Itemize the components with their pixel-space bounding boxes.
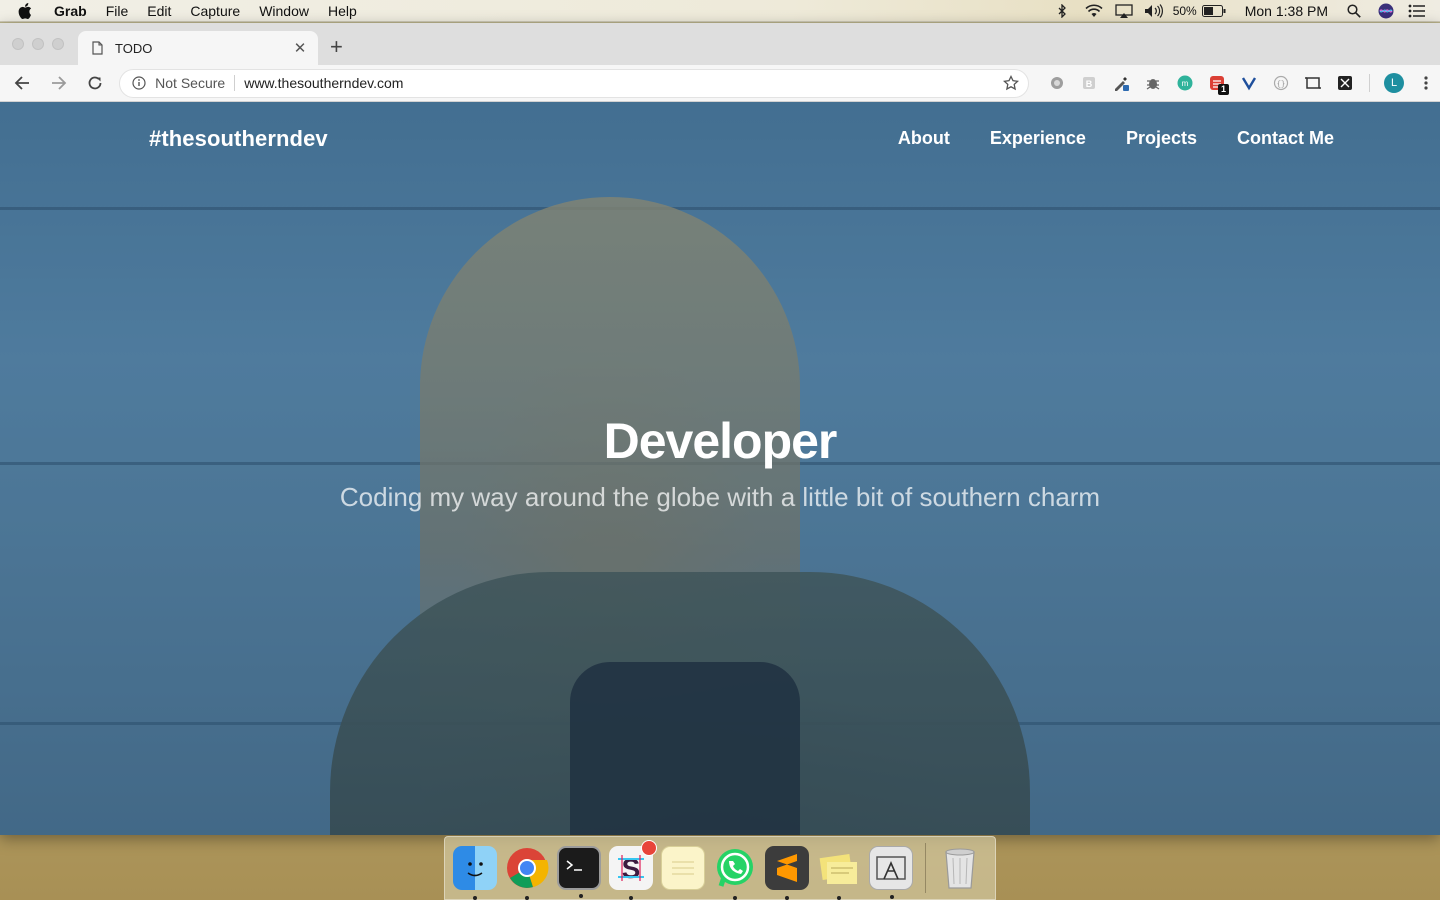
running-indicator [733, 896, 737, 900]
menu-edit[interactable]: Edit [147, 3, 171, 19]
reload-button[interactable] [79, 69, 111, 97]
nav-experience[interactable]: Experience [990, 128, 1086, 149]
new-tab-button[interactable]: + [330, 36, 343, 58]
hero-subtitle: Coding my way around the globe with a li… [339, 482, 1101, 512]
slack-icon[interactable]: S [609, 840, 657, 900]
close-window-button[interactable] [12, 38, 24, 50]
todoist-badge: 1 [1218, 84, 1230, 95]
grab-icon[interactable] [869, 846, 913, 899]
nav-contact[interactable]: Contact Me [1237, 128, 1334, 149]
apple-menu-icon[interactable] [18, 2, 36, 19]
nav-about[interactable]: About [898, 128, 950, 149]
browser-window: TODO ✕ + Not Secure www.thesoutherndev.c… [0, 23, 1440, 835]
tab-strip: TODO ✕ + [0, 23, 1440, 65]
forward-button[interactable] [43, 69, 75, 97]
website-hero: #thesoutherndev About Experience Project… [0, 102, 1440, 835]
browser-menu-icon[interactable] [1412, 75, 1440, 91]
json-viewer-extension-icon[interactable]: {} [1265, 69, 1297, 97]
menu-window[interactable]: Window [259, 3, 309, 19]
momentum-extension-icon[interactable]: m [1169, 69, 1201, 97]
battery-percent: 50% [1172, 3, 1197, 18]
dock: S [444, 836, 996, 900]
spotlight-icon[interactable] [1344, 0, 1364, 22]
zoom-window-button[interactable] [52, 38, 64, 50]
document-icon [92, 41, 103, 55]
menu-bar: Grab File Edit Capture Window Help 50% M… [0, 0, 1440, 22]
nav-projects[interactable]: Projects [1126, 128, 1197, 149]
hero-text: Developer Coding my way around the globe… [0, 412, 1440, 513]
window-controls [12, 38, 72, 50]
running-indicator [629, 896, 633, 900]
wifi-icon[interactable] [1083, 0, 1105, 22]
site-nav-links: About Experience Projects Contact Me [858, 128, 1334, 149]
todoist-extension-icon[interactable]: 1 [1201, 69, 1233, 97]
extensions-bar: B m 1 {} L [1041, 69, 1440, 97]
bluetooth-icon[interactable] [1053, 0, 1073, 22]
whatsapp-icon[interactable] [713, 846, 757, 900]
eyedropper-extension-icon[interactable] [1105, 69, 1137, 97]
info-icon[interactable] [132, 76, 146, 90]
chrome-icon[interactable] [505, 846, 549, 900]
battery-icon[interactable] [1201, 0, 1227, 22]
security-label[interactable]: Not Secure [155, 75, 225, 91]
tab-todo[interactable]: TODO ✕ [78, 31, 318, 65]
notification-center-icon[interactable] [1406, 0, 1428, 22]
stickies-icon[interactable] [817, 846, 861, 900]
airplay-icon[interactable] [1113, 0, 1135, 22]
trash-icon[interactable] [938, 846, 982, 890]
site-navbar: #thesoutherndev About Experience Project… [0, 102, 1440, 172]
running-indicator [579, 894, 583, 898]
notification-badge [641, 840, 657, 856]
address-bar[interactable]: Not Secure www.thesoutherndev.com [119, 68, 1030, 98]
notes-icon[interactable] [661, 846, 705, 890]
svg-text:S: S [622, 853, 641, 884]
tab-title: TODO [115, 40, 153, 56]
menu-file[interactable]: File [106, 3, 129, 19]
tab-close-icon[interactable]: ✕ [292, 40, 308, 57]
svg-text:m: m [1182, 79, 1189, 88]
profile-avatar[interactable]: L [1384, 73, 1405, 93]
siri-icon[interactable] [1376, 0, 1396, 22]
sublime-text-icon[interactable] [765, 846, 809, 900]
dock-divider [925, 843, 926, 893]
b-extension-icon[interactable]: B [1073, 69, 1105, 97]
running-indicator [525, 896, 529, 900]
volume-icon[interactable] [1143, 0, 1165, 22]
yoast-extension-icon[interactable] [1233, 69, 1265, 97]
running-indicator [837, 896, 841, 900]
site-brand[interactable]: #thesoutherndev [149, 126, 328, 152]
running-indicator [890, 895, 894, 899]
running-indicator [473, 896, 477, 900]
bookmark-star-icon[interactable] [1003, 75, 1020, 91]
finder-icon[interactable] [453, 846, 497, 900]
url-text[interactable]: www.thesoutherndev.com [244, 75, 1003, 91]
x-extension-icon[interactable] [1329, 69, 1361, 97]
menubar-clock[interactable]: Mon 1:38 PM [1245, 3, 1328, 19]
running-indicator [785, 896, 789, 900]
hero-title: Developer [603, 413, 838, 469]
menu-capture[interactable]: Capture [190, 3, 240, 19]
svg-text:{}: {} [1277, 81, 1285, 89]
svg-text:B: B [1086, 79, 1093, 89]
screenshot-extension-icon[interactable] [1297, 69, 1329, 97]
menu-app-name[interactable]: Grab [54, 3, 87, 19]
bug-extension-icon[interactable] [1137, 69, 1169, 97]
ghostery-extension-icon[interactable] [1041, 69, 1073, 97]
address-separator [234, 75, 236, 91]
back-button[interactable] [6, 69, 38, 97]
terminal-icon[interactable] [557, 846, 601, 898]
minimize-window-button[interactable] [32, 38, 44, 50]
browser-toolbar: Not Secure www.thesoutherndev.com B m 1 … [0, 65, 1440, 102]
toolbar-divider [1369, 74, 1371, 92]
menu-help[interactable]: Help [328, 3, 357, 19]
